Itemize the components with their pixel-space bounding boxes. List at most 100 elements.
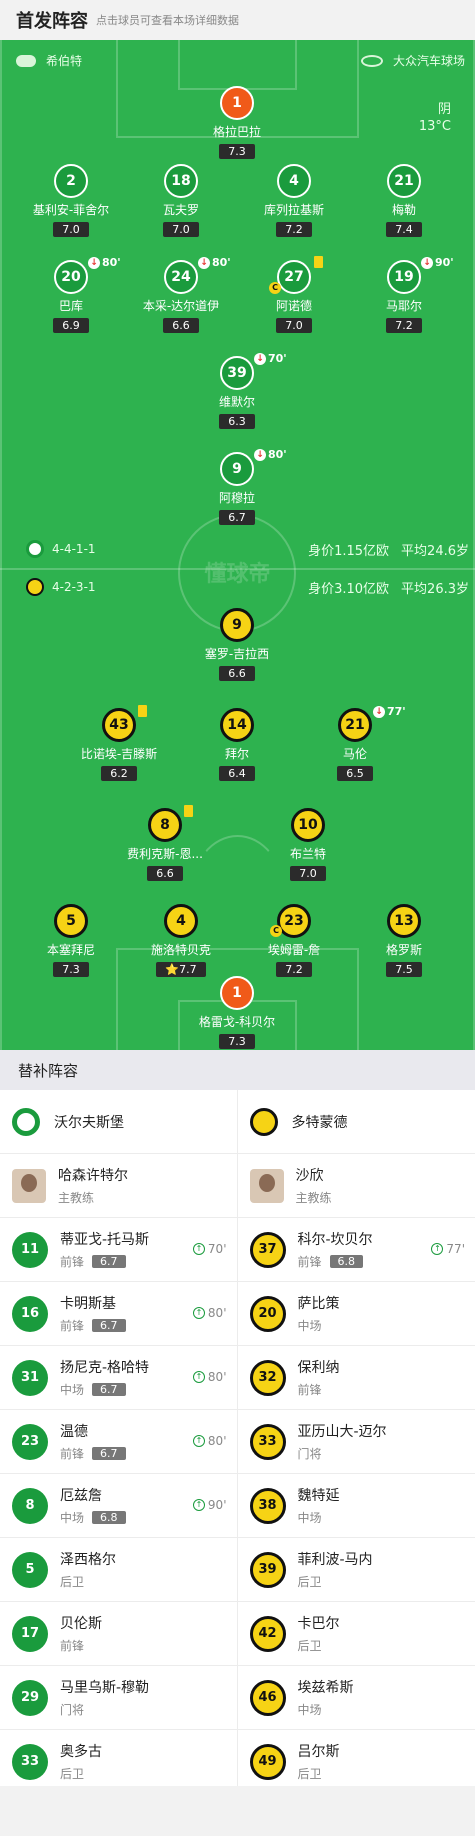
yellow-card-icon xyxy=(184,805,193,817)
away-player-10[interactable]: 10 布兰特 7.0 xyxy=(248,808,368,881)
coach-row: 哈森许特尔 主教练 沙欣 主教练 xyxy=(0,1154,475,1218)
sub-position-line: 后卫 xyxy=(60,1573,116,1590)
sub-position: 前锋 xyxy=(60,1255,85,1269)
home-player-24[interactable]: 24 ↓ 80' 本采-达尔道伊 6.6 xyxy=(121,256,241,333)
home-player-27[interactable]: 27 C 阿诺德 7.0 xyxy=(234,256,354,333)
home-player-18[interactable]: 18 瓦夫罗 7.0 xyxy=(121,164,241,237)
sub-number-badge: 8 xyxy=(12,1487,48,1524)
player-rating: 7.3 xyxy=(219,1034,255,1049)
sub-name: 马里乌斯-穆勒 xyxy=(60,1680,150,1696)
sub-off-icon: ↓ xyxy=(421,256,433,269)
sub-info: 马里乌斯-穆勒 门将 xyxy=(60,1677,149,1718)
subs-header: 替补阵容 xyxy=(0,1050,475,1090)
sub-name: 魏特延 xyxy=(297,1488,340,1504)
away-player-1[interactable]: 1 格雷戈-科贝尔 7.3 xyxy=(177,976,297,1049)
away-player-43[interactable]: 43 比诺埃-吉滕斯 6.2 xyxy=(59,705,179,781)
player-name: 阿穆拉 xyxy=(218,491,255,505)
home-sub-player[interactable]: 11 蒂亚戈-托马斯 前锋 6.7 ↑ 70' xyxy=(0,1218,238,1281)
player-number-badge: 20 ↓ 80' xyxy=(54,256,121,294)
sub-info: 贝伦斯 前锋 xyxy=(60,1613,102,1654)
away-sub-player[interactable]: 46 埃兹希斯 中场 xyxy=(238,1666,475,1729)
away-player-9[interactable]: 9 塞罗-吉拉西 6.6 xyxy=(177,608,297,681)
home-player-39[interactable]: 39 ↓ 70' 维默尔 6.3 xyxy=(177,352,297,429)
home-sub-player[interactable]: 5 泽西格尔 后卫 xyxy=(0,1538,238,1601)
player-rating: 6.6 xyxy=(147,866,183,881)
away-sub-player[interactable]: 33 亚历山大-迈尔 门将 xyxy=(238,1410,475,1473)
sub-position: 门将 xyxy=(297,1447,322,1461)
home-sub-player[interactable]: 33 奥多古 后卫 xyxy=(0,1730,238,1793)
away-sub-player[interactable]: 20 萨比策 中场 xyxy=(238,1282,475,1345)
away-player-4[interactable]: 4 施洛特贝克 ⭐7.7 xyxy=(121,904,241,977)
player-number-badge: 1 xyxy=(220,86,254,120)
away-sub-player[interactable]: 37 科尔-坎贝尔 前锋 6.8 ↑ 77' xyxy=(238,1218,475,1281)
player-name: 格雷戈-科贝尔 xyxy=(198,1015,276,1029)
home-coach-cell[interactable]: 哈森许特尔 主教练 xyxy=(0,1154,238,1217)
sub-info: 科尔-坎贝尔 前锋 6.8 xyxy=(298,1229,373,1270)
player-rating: 7.3 xyxy=(219,144,255,159)
sub-on-icon: ↑ xyxy=(192,1499,205,1511)
away-team-logo-icon xyxy=(26,578,44,596)
sub-row: 23 温德 前锋 6.7 ↑ 80' 33 亚历山大-迈尔 门将 xyxy=(0,1410,475,1474)
home-player-21[interactable]: 21 梅勒 7.4 xyxy=(344,164,464,237)
coach-info: 沙欣 主教练 xyxy=(296,1165,332,1206)
away-player-21[interactable]: 21 ↓ 77' 马伦 6.5 xyxy=(295,705,415,781)
away-player-23[interactable]: 23 C 埃姆雷-詹 7.2 xyxy=(234,904,354,977)
sub-number-badge: 32 xyxy=(249,1359,286,1396)
home-player-1[interactable]: 1 格拉巴拉 7.3 xyxy=(177,86,297,159)
home-player-2[interactable]: 2 基利安-菲舍尔 7.0 xyxy=(11,164,131,237)
away-sub-player[interactable]: 39 菲利波-马内 后卫 xyxy=(238,1538,475,1601)
sub-number-badge: 38 xyxy=(249,1487,286,1524)
away-player-8[interactable]: 8 费利克斯-恩... 6.6 xyxy=(105,805,225,881)
away-team-cell[interactable]: 多特蒙德 xyxy=(238,1090,475,1153)
sub-name: 温德 xyxy=(60,1424,88,1440)
home-value-text: 身价1.15亿欧 xyxy=(308,544,390,559)
home-team-cell[interactable]: 沃尔夫斯堡 xyxy=(0,1090,238,1153)
player-number: 19 xyxy=(394,269,414,285)
sub-position-line: 中场 xyxy=(298,1317,340,1334)
away-sub-player[interactable]: 32 保利纳 前锋 xyxy=(238,1346,475,1409)
home-player-19[interactable]: 19 ↓ 90' 马耶尔 7.2 xyxy=(344,256,464,333)
coach-info: 哈森许特尔 主教练 xyxy=(58,1165,128,1206)
home-player-9[interactable]: 9 ↓ 80' 阿穆拉 6.7 xyxy=(177,448,297,525)
home-sub-player[interactable]: 16 卡明斯基 前锋 6.7 ↑ 80' xyxy=(0,1282,238,1345)
coach-role: 主教练 xyxy=(58,1191,95,1205)
away-sub-player[interactable]: 42 卡巴尔 后卫 xyxy=(238,1602,475,1665)
sub-info: 保利纳 前锋 xyxy=(298,1357,340,1398)
away-player-5[interactable]: 5 本塞拜尼 7.3 xyxy=(11,904,131,977)
player-name: 格罗斯 xyxy=(385,943,422,957)
home-sub-player[interactable]: 8 厄兹詹 中场 6.8 ↑ 90' xyxy=(0,1474,238,1537)
sub-row: 33 奥多古 后卫 49 吕尔斯 后卫 xyxy=(0,1730,475,1794)
home-player-4[interactable]: 4 库列拉基斯 7.2 xyxy=(234,164,354,237)
home-sub-player[interactable]: 29 马里乌斯-穆勒 门将 xyxy=(0,1666,238,1729)
away-player-14[interactable]: 14 拜尔 6.4 xyxy=(177,708,297,781)
dortmund-logo-icon xyxy=(249,1107,278,1136)
sub-position-line: 后卫 xyxy=(298,1573,373,1590)
away-sub-player[interactable]: 38 魏特延 中场 xyxy=(238,1474,475,1537)
player-number-badge: 10 xyxy=(291,808,325,842)
player-number-badge: 8 xyxy=(148,805,193,842)
sub-position: 中场 xyxy=(60,1511,85,1525)
sub-on-icon: ↑ xyxy=(192,1435,205,1447)
player-number-badge: 23 C xyxy=(270,904,311,938)
player-number-badge: 14 xyxy=(220,708,254,742)
away-coach-cell[interactable]: 沙欣 主教练 xyxy=(238,1154,475,1217)
home-formation: 4-4-1-1 xyxy=(26,540,96,558)
weather-text: 阴 xyxy=(437,102,451,117)
player-number-badge: 39 ↓ 70' xyxy=(220,352,287,390)
home-sub-player[interactable]: 23 温德 前锋 6.7 ↑ 80' xyxy=(0,1410,238,1473)
away-player-13[interactable]: 13 格罗斯 7.5 xyxy=(344,904,464,977)
team-row: 沃尔夫斯堡 多特蒙德 xyxy=(0,1090,475,1154)
sub-name: 奥多古 xyxy=(60,1744,102,1760)
sub-rows: 11 蒂亚戈-托马斯 前锋 6.7 ↑ 70' 37 科尔-坎贝尔 前锋 6.8 ↑ 77' 16 卡明斯… xyxy=(0,1218,475,1794)
player-number: 8 xyxy=(160,817,170,833)
sub-number-badge: 33 xyxy=(249,1423,286,1460)
home-player-20[interactable]: 20 ↓ 80' 巴库 6.9 xyxy=(11,256,131,333)
player-rating: 7.4 xyxy=(386,222,422,237)
home-sub-player[interactable]: 17 贝伦斯 前锋 xyxy=(0,1602,238,1665)
sub-position-line: 前锋 6.7 xyxy=(60,1253,149,1270)
wolfsburg-logo-icon xyxy=(12,1107,40,1136)
home-sub-player[interactable]: 31 扬尼克-格哈特 中场 6.7 ↑ 80' xyxy=(0,1346,238,1409)
player-number: 9 xyxy=(232,461,242,477)
away-sub-player[interactable]: 49 吕尔斯 后卫 xyxy=(238,1730,475,1793)
sub-row: 8 厄兹詹 中场 6.8 ↑ 90' 38 魏特延 中场 xyxy=(0,1474,475,1538)
